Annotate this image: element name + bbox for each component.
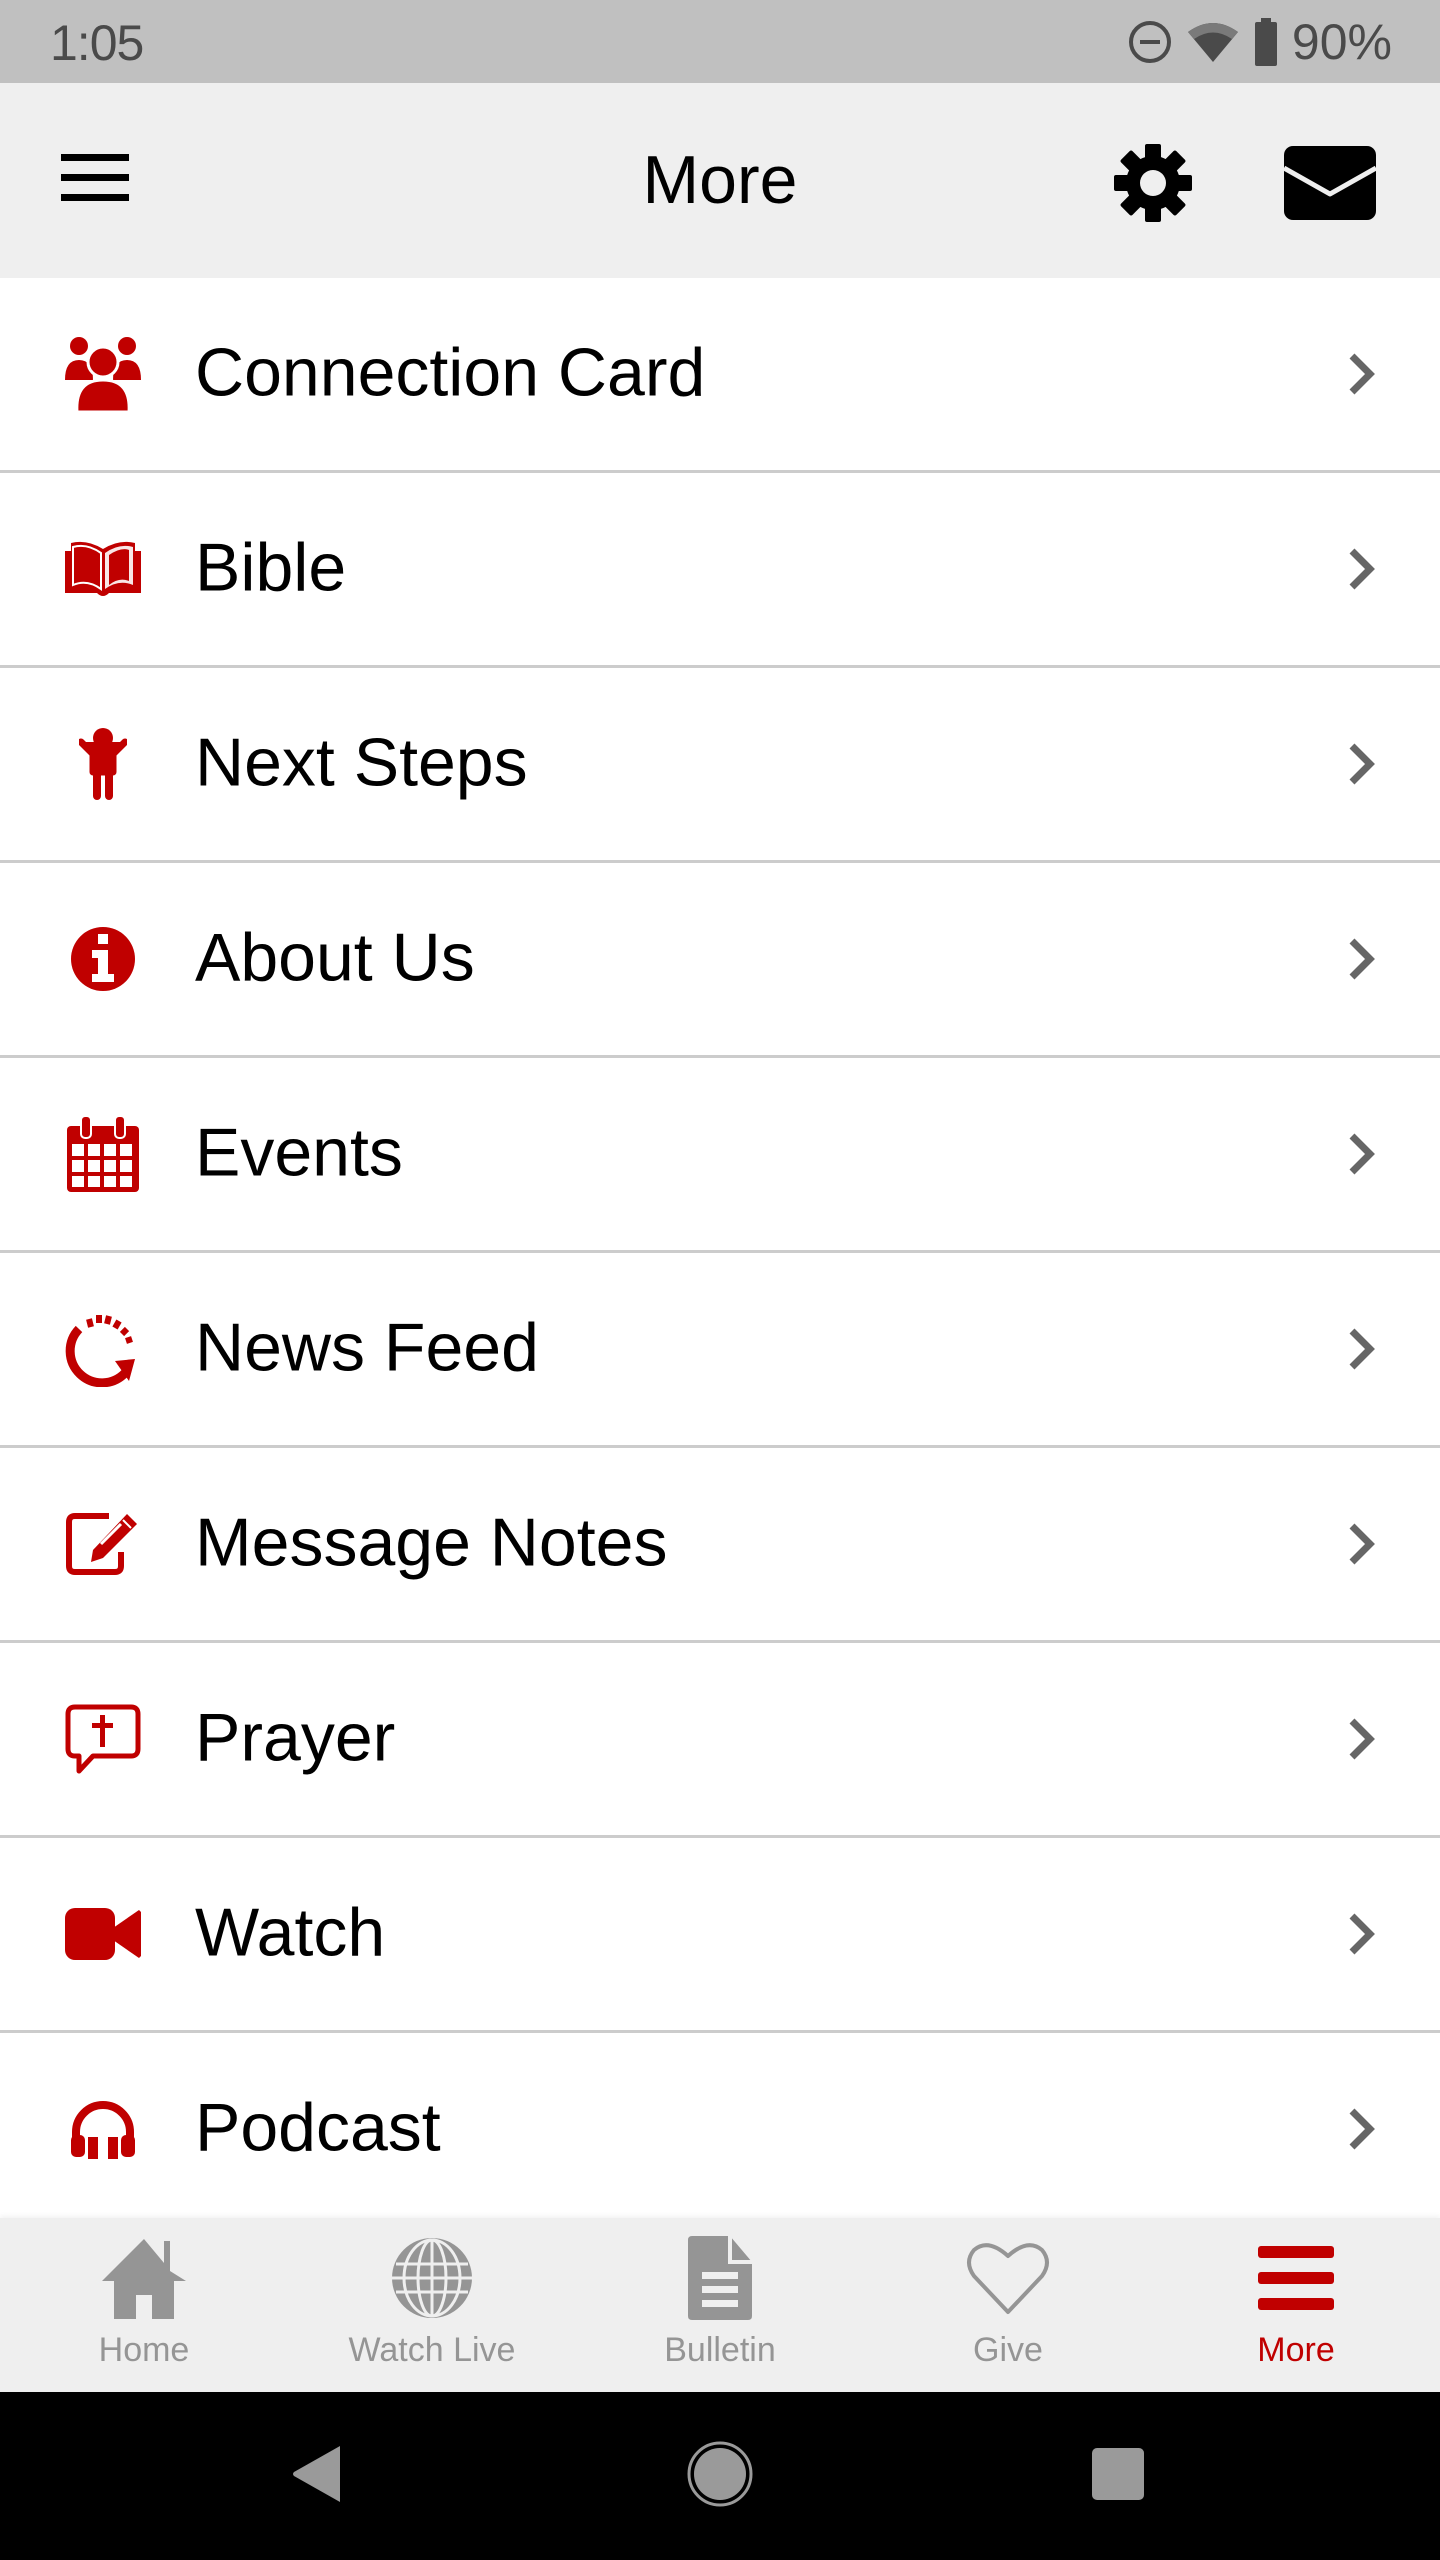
battery-percent: 90%: [1291, 14, 1392, 70]
prayer-bubble-cross-icon: [62, 1698, 144, 1780]
menu-item-prayer[interactable]: Prayer: [0, 1643, 1440, 1838]
wifi-icon: [1186, 20, 1240, 64]
menu-item-label: Prayer: [195, 1699, 396, 1776]
tab-label: Home: [98, 2331, 190, 2369]
status-icons: 90%: [1128, 14, 1392, 70]
globe-icon: [377, 2233, 487, 2323]
tab-label: More: [1257, 2331, 1335, 2369]
menu-item-label: About Us: [195, 919, 475, 996]
tab-give[interactable]: Give: [864, 2218, 1152, 2392]
menu-item-news-feed[interactable]: News Feed: [0, 1253, 1440, 1448]
nav-back-button[interactable]: [278, 2436, 358, 2516]
menu-list: Connection Card Bible Next Steps About U…: [0, 278, 1440, 2218]
group-icon: [62, 333, 144, 415]
edit-note-icon: [62, 1503, 144, 1585]
menu-item-label: Next Steps: [195, 724, 528, 801]
hamburger-menu-button[interactable]: [55, 143, 135, 218]
menu-item-watch[interactable]: Watch: [0, 1838, 1440, 2033]
menu-item-about-us[interactable]: About Us: [0, 863, 1440, 1058]
page-title: More: [642, 142, 798, 218]
video-camera-icon: [62, 1893, 144, 1975]
tab-bulletin[interactable]: Bulletin: [576, 2218, 864, 2392]
open-book-icon: [62, 528, 144, 610]
info-circle-icon: [62, 918, 144, 1000]
system-nav-bar: [0, 2392, 1440, 2560]
tab-label: Bulletin: [664, 2331, 776, 2369]
tab-home[interactable]: Home: [0, 2218, 288, 2392]
tab-label: Watch Live: [348, 2331, 516, 2369]
home-icon: [89, 2233, 199, 2323]
menu-item-label: News Feed: [195, 1309, 539, 1386]
nav-recents-button[interactable]: [1078, 2436, 1158, 2516]
menu-item-label: Message Notes: [195, 1504, 668, 1581]
hamburger-menu-icon: [1241, 2233, 1351, 2323]
battery-icon: [1254, 18, 1278, 66]
chevron-right-icon: [1340, 1709, 1384, 1769]
menu-item-label: Events: [195, 1114, 403, 1191]
gear-icon: [1113, 143, 1193, 228]
status-bar: 1:05 90%: [0, 0, 1440, 83]
chevron-right-icon: [1340, 734, 1384, 794]
menu-item-label: Connection Card: [195, 334, 706, 411]
home-circle-icon: [687, 2441, 753, 2512]
menu-item-connection-card[interactable]: Connection Card: [0, 278, 1440, 473]
refresh-arrow-icon: [62, 1308, 144, 1390]
menu-item-next-steps[interactable]: Next Steps: [0, 668, 1440, 863]
document-icon: [665, 2233, 775, 2323]
tab-watch-live[interactable]: Watch Live: [288, 2218, 576, 2392]
tab-more[interactable]: More: [1152, 2218, 1440, 2392]
tab-label: Give: [973, 2331, 1043, 2369]
hamburger-menu-icon: [61, 152, 129, 209]
bottom-tab-bar: Home Watch Live Bulletin Give More: [0, 2218, 1440, 2392]
menu-item-bible[interactable]: Bible: [0, 473, 1440, 668]
chevron-right-icon: [1340, 1904, 1384, 1964]
person-arms-raised-icon: [62, 723, 144, 805]
calendar-icon: [62, 1113, 144, 1195]
recents-square-icon: [1090, 2446, 1146, 2507]
envelope-icon: [1282, 146, 1378, 225]
chevron-right-icon: [1340, 1319, 1384, 1379]
chevron-right-icon: [1340, 539, 1384, 599]
nav-home-button[interactable]: [680, 2436, 760, 2516]
menu-item-label: Bible: [195, 529, 347, 606]
chevron-right-icon: [1340, 929, 1384, 989]
chevron-right-icon: [1340, 1124, 1384, 1184]
status-time: 1:05: [50, 15, 144, 71]
chevron-right-icon: [1340, 2099, 1384, 2159]
settings-button[interactable]: [1105, 138, 1200, 233]
menu-item-events[interactable]: Events: [0, 1058, 1440, 1253]
menu-item-podcast[interactable]: Podcast: [0, 2033, 1440, 2218]
chevron-right-icon: [1340, 344, 1384, 404]
chevron-right-icon: [1340, 1514, 1384, 1574]
mail-button[interactable]: [1275, 138, 1385, 233]
menu-item-label: Watch: [195, 1894, 386, 1971]
do-not-disturb-icon: [1128, 20, 1172, 64]
headphones-icon: [62, 2088, 144, 2170]
back-icon: [290, 2444, 346, 2509]
menu-item-label: Podcast: [195, 2089, 441, 2166]
menu-item-message-notes[interactable]: Message Notes: [0, 1448, 1440, 1643]
app-bar: More: [0, 83, 1440, 278]
heart-outline-icon: [953, 2233, 1063, 2323]
